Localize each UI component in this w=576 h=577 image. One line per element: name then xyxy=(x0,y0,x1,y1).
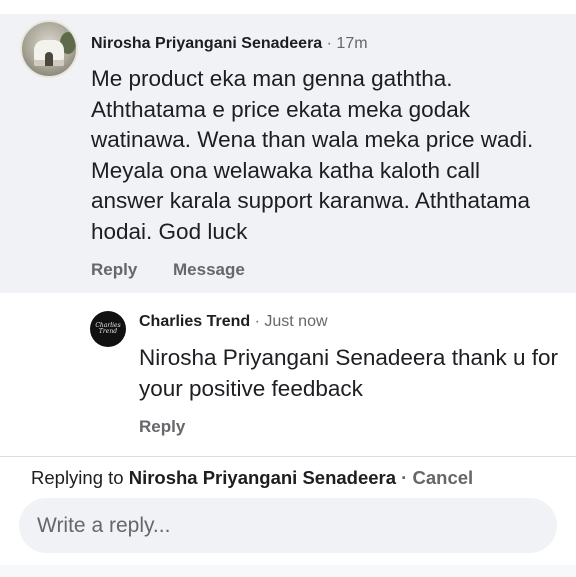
reply-author[interactable]: Charlies Trend xyxy=(139,313,250,330)
comment-body: Me product eka man genna gaththa. Aththa… xyxy=(91,66,534,244)
avatar[interactable] xyxy=(20,20,78,78)
comment-separator: · xyxy=(322,35,337,52)
replying-separator: · xyxy=(396,467,413,488)
comment-reply-button[interactable]: Reply xyxy=(91,260,137,280)
reply-input[interactable] xyxy=(19,498,557,553)
clipped-actions: ʻ ʻ ʻ ʻ ʻ xyxy=(92,0,144,10)
previous-comment-fragment: ʻ ʻ ʻ ʻ ʻ xyxy=(0,0,576,14)
reply-header: Charlies Trend · Just now xyxy=(139,313,328,331)
composer-divider xyxy=(0,456,576,457)
comment-author[interactable]: Nirosha Priyangani Senadeera xyxy=(91,35,322,52)
cancel-button[interactable]: Cancel xyxy=(413,467,474,488)
reply-time[interactable]: Just now xyxy=(264,313,327,330)
reply-separator: · xyxy=(250,313,265,330)
comment-header: Nirosha Priyangani Senadeera · 17m xyxy=(91,35,368,53)
bottom-edge xyxy=(0,565,576,577)
replying-prefix: Replying to xyxy=(31,467,129,488)
reply-reply-button[interactable]: Reply xyxy=(139,417,185,437)
replying-name: Nirosha Priyangani Senadeera xyxy=(128,467,397,488)
replying-to-banner: Replying to Nirosha Priyangani Senadeera… xyxy=(31,467,473,489)
comment-message-button[interactable]: Message xyxy=(173,260,245,280)
reply-body: Nirosha Priyangani Senadeera thank u for… xyxy=(139,345,559,401)
reply-avatar-logo: Charlies Trend xyxy=(95,322,121,335)
comment-time[interactable]: 17m xyxy=(336,35,367,52)
avatar-door-shape xyxy=(45,52,53,66)
reply-avatar[interactable]: Charlies Trend xyxy=(90,311,126,347)
